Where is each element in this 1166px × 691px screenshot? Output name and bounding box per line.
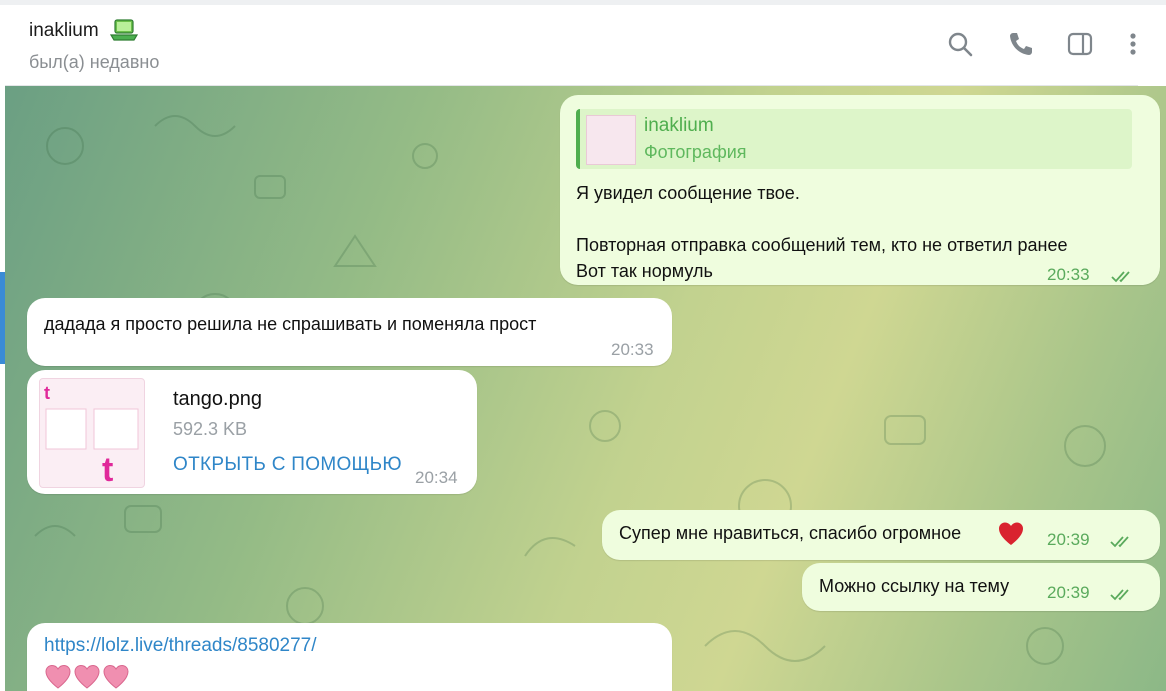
phone-icon[interactable] (1006, 29, 1036, 59)
heart-emoji-icon (999, 522, 1023, 545)
message-text: Можно ссылку на тему (819, 576, 1010, 596)
reply-preview[interactable]: inaklium Фотография (576, 109, 1132, 169)
laptop-emoji-icon (109, 19, 139, 41)
message-outgoing-5[interactable]: Можно ссылку на тему 20:39 (802, 563, 1160, 611)
message-incoming-2[interactable]: дадада я просто решила не спрашивать и п… (27, 298, 672, 366)
double-check-icon (1111, 271, 1130, 283)
message-text-line: Я увидел сообщение твое. (576, 183, 800, 203)
message-time: 20:39 (1047, 583, 1090, 602)
reply-type: Фотография (644, 142, 747, 162)
message-text-line: Повторная отправка сообщений тем, кто не… (576, 235, 1068, 255)
message-text-line: Вот так нормуль (576, 261, 713, 281)
pink-hearts-emoji-icon (45, 664, 129, 689)
file-thumbnail[interactable]: t t (39, 378, 145, 488)
open-with-button[interactable]: ОТКРЫТЬ С ПОМОЩЬЮ (173, 454, 402, 476)
message-text: дадада я просто решила не спрашивать и п… (44, 314, 537, 334)
file-name: tango.png (173, 388, 262, 410)
reply-photo-thumbnail (586, 115, 636, 165)
sidebar-toggle-icon[interactable] (1065, 29, 1095, 59)
file-size: 592.3 KB (173, 419, 248, 439)
message-outgoing-1[interactable]: inaklium Фотография Я увидел сообщение т… (560, 95, 1160, 285)
chat-area: inaklium Фотография Я увидел сообщение т… (5, 86, 1166, 691)
tango-logo-icon: t t (44, 383, 139, 487)
message-link[interactable]: https://lolz.live/threads/8580277/ (44, 635, 317, 657)
message-incoming-link[interactable]: https://lolz.live/threads/8580277/ (27, 623, 672, 691)
message-time: 20:34 (415, 468, 458, 487)
message-time: 20:39 (1047, 530, 1090, 549)
double-check-icon (1110, 536, 1129, 548)
message-outgoing-4[interactable]: Супер мне нравиться, спасибо огромное 20… (602, 510, 1160, 560)
chat-header: inaklium был(а) недавно (5, 5, 1138, 86)
reply-author: inaklium (644, 115, 714, 136)
search-icon[interactable] (945, 29, 975, 59)
message-time: 20:33 (611, 340, 654, 359)
message-time: 20:33 (1047, 265, 1090, 284)
message-incoming-file[interactable]: t t tango.png 592.3 KB ОТКРЫТЬ С ПОМОЩЬЮ… (27, 370, 477, 494)
double-check-icon (1110, 589, 1129, 601)
more-vertical-icon[interactable] (1118, 29, 1148, 59)
svg-text:t: t (102, 451, 113, 487)
svg-text:t: t (44, 383, 50, 403)
message-text: Супер мне нравиться, спасибо огромное (619, 523, 962, 543)
contact-status: был(а) недавно (29, 52, 160, 72)
contact-name[interactable]: inaklium (29, 20, 99, 42)
